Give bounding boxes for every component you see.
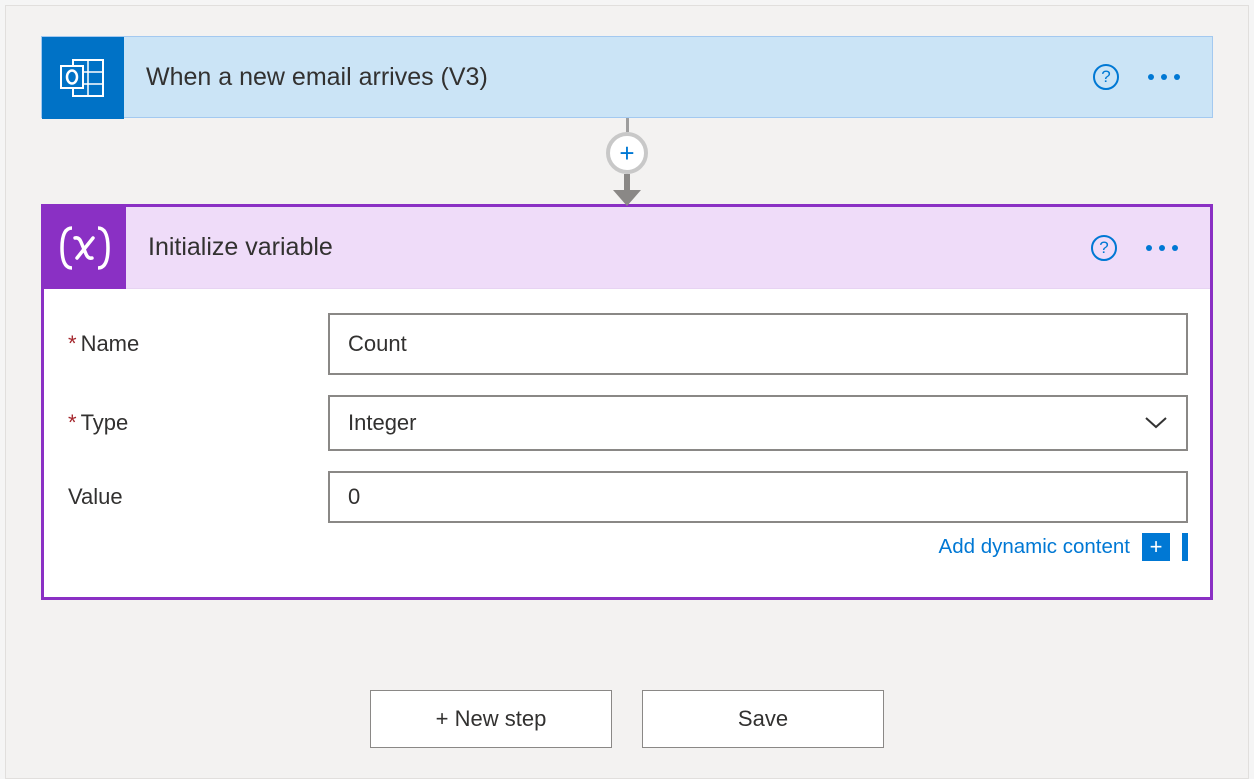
insert-step-button[interactable]: + xyxy=(606,132,648,174)
flow-designer-canvas: When a new email arrives (V3) ? + xyxy=(5,5,1249,779)
chevron-down-icon xyxy=(1144,416,1168,430)
save-button[interactable]: Save xyxy=(642,690,884,748)
action-actions: ? xyxy=(1090,207,1210,288)
value-label: Value xyxy=(66,484,328,510)
connector: + xyxy=(41,118,1213,204)
plus-icon: + xyxy=(1142,533,1170,561)
action-title: Initialize variable xyxy=(126,207,1090,288)
value-input[interactable] xyxy=(328,471,1188,523)
trigger-actions: ? xyxy=(1092,37,1212,117)
action-header[interactable]: Initialize variable ? xyxy=(44,207,1210,289)
type-label: *Type xyxy=(66,410,328,436)
arrow-icon xyxy=(613,190,641,206)
tracker-icon xyxy=(1182,533,1188,561)
more-menu-icon[interactable] xyxy=(1146,245,1178,251)
name-input[interactable] xyxy=(328,313,1188,375)
variable-icon xyxy=(44,207,126,289)
name-label: *Name xyxy=(66,331,328,357)
outlook-icon xyxy=(42,37,124,119)
action-card: Initialize variable ? *Name xyxy=(41,204,1213,600)
help-icon[interactable]: ? xyxy=(1092,63,1120,91)
trigger-title: When a new email arrives (V3) xyxy=(124,37,1092,117)
help-icon[interactable]: ? xyxy=(1090,234,1118,262)
action-body: *Name *Type Integer Value Ad xyxy=(44,289,1210,597)
add-dynamic-content-link[interactable]: Add dynamic content + xyxy=(66,529,1188,585)
type-select[interactable]: Integer xyxy=(328,395,1188,451)
new-step-button[interactable]: + New step xyxy=(370,690,612,748)
more-menu-icon[interactable] xyxy=(1148,74,1180,80)
footer-buttons: + New step Save xyxy=(41,690,1213,748)
trigger-card[interactable]: When a new email arrives (V3) ? xyxy=(41,36,1213,118)
